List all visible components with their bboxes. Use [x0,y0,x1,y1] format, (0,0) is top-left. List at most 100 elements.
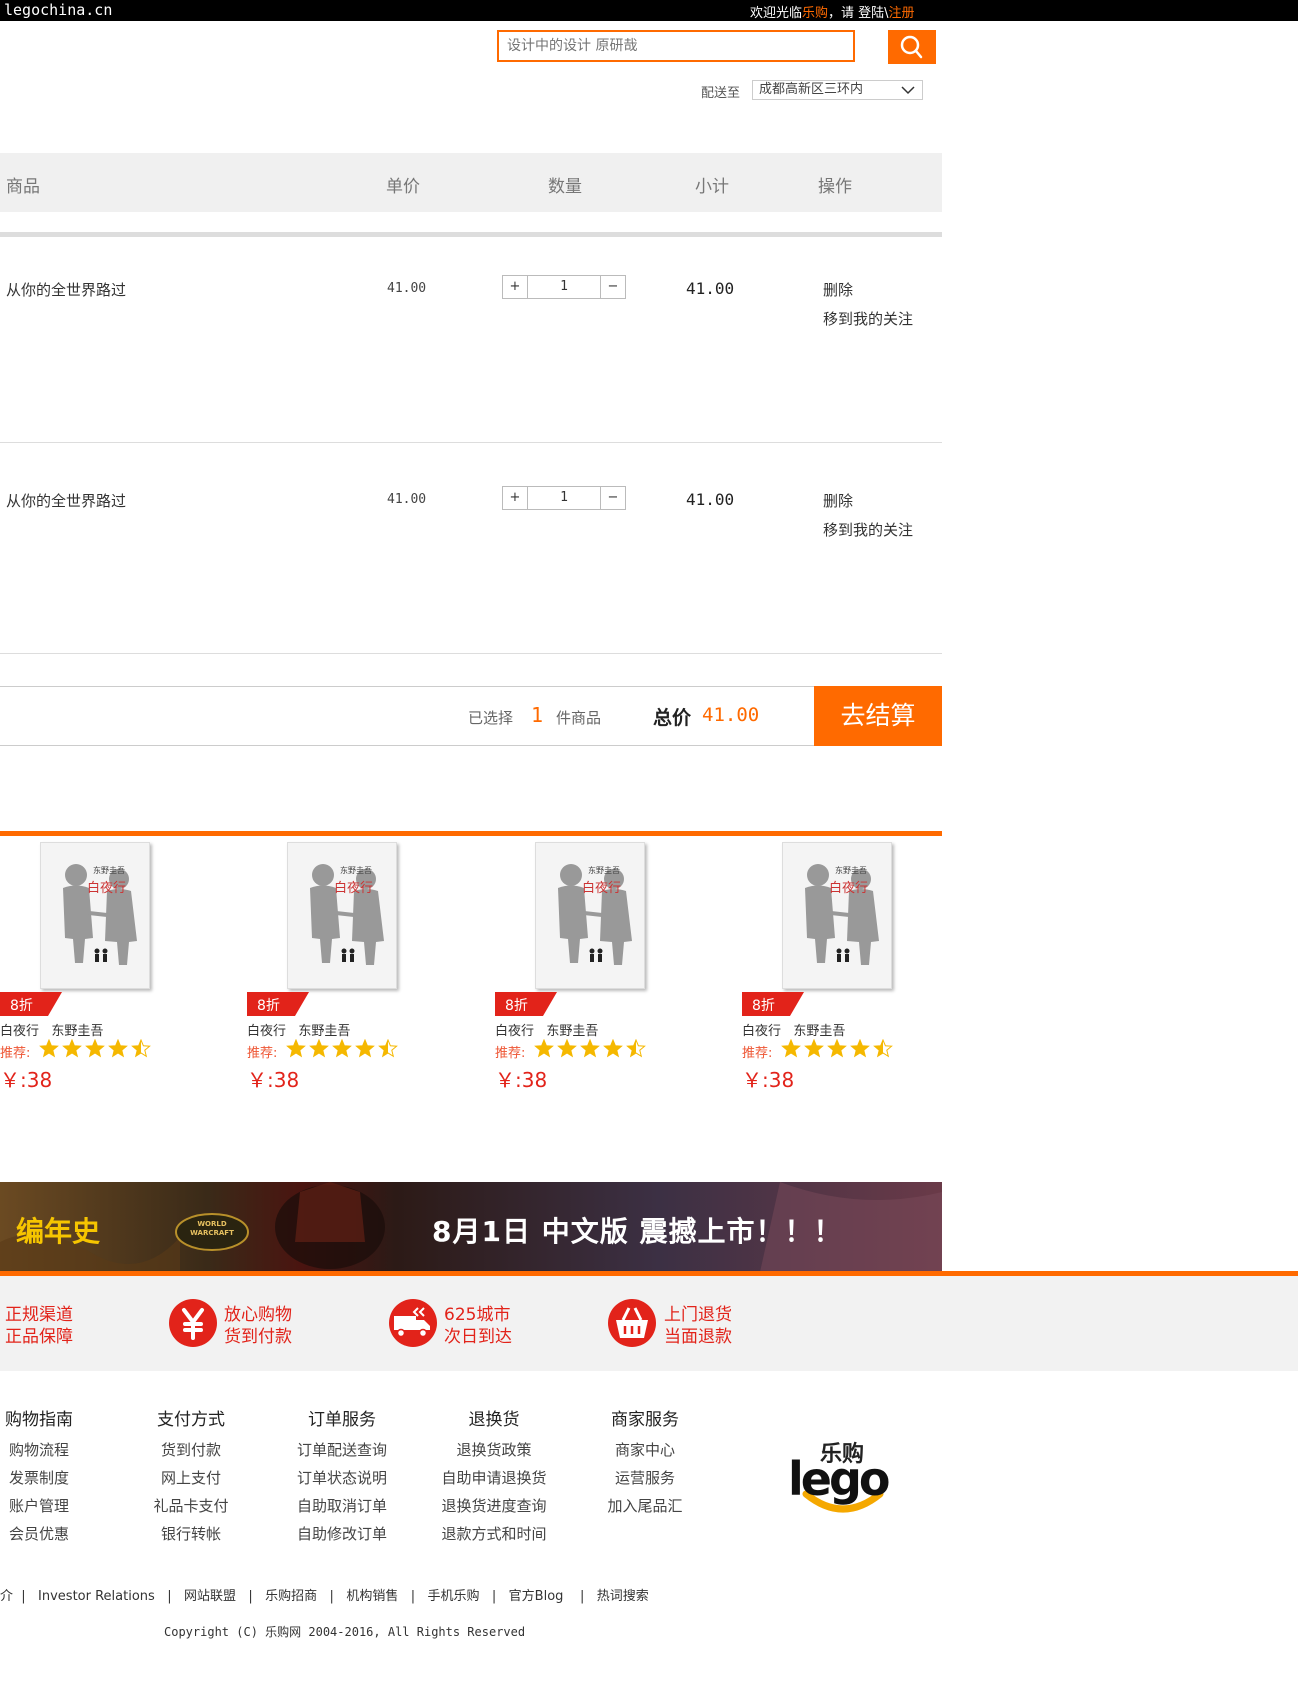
footer-link-column: 支付方式 货到付款 网上支付 礼品卡支付 银行转帐 [121,1405,261,1548]
star-icon [534,1039,554,1058]
guarantee-item: 放心购物 货到付款 [224,1304,292,1348]
delete-link[interactable]: 删除 [823,279,853,300]
footer-link[interactable]: 退换货政策 [424,1436,564,1464]
footer-link[interactable]: 退换货进度查询 [424,1492,564,1520]
footer-link[interactable]: 自助取消订单 [272,1492,412,1520]
register-link[interactable]: 注册 [889,6,915,21]
delivery-location-select[interactable]: 成都高新区三环内 [752,80,923,100]
lego-logo[interactable]: 乐购 lego [788,1436,908,1516]
cart-item-subtotal: 41.00 [686,490,735,509]
cart-item-name[interactable]: 从你的全世界路过 [6,490,126,511]
book-cover-image[interactable]: 东野圭吾 白夜行 [535,842,645,989]
footer-link[interactable]: 账户管理 [0,1492,109,1520]
cart-summary: 已选择 1 件商品 总价 41.00 [0,686,942,746]
product-card[interactable]: 东野圭吾 白夜行 8折 白夜行 东野圭吾 推荐: ￥:38 [495,842,695,1092]
book-title: 白夜行 [582,881,622,896]
footer-link[interactable]: 退款方式和时间 [424,1520,564,1548]
product-price: ￥:38 [247,1068,300,1092]
book-cover-image[interactable]: 东野圭吾 白夜行 [40,842,150,989]
book-author: 东野圭吾 [93,866,125,875]
banner-main-text: 8月1日 中文版 震撼上市！！！ [432,1215,843,1248]
book-cover-image[interactable]: 东野圭吾 白夜行 [782,842,892,989]
footer-link[interactable]: 会员优惠 [0,1520,109,1548]
book-author: 东野圭吾 [588,866,620,875]
guarantee-line1: 625城市 [444,1305,511,1325]
footer-link[interactable]: 自助申请退换货 [424,1464,564,1492]
row-divider [0,653,942,654]
qty-minus-button[interactable]: − [600,276,625,298]
book-author: 东野圭吾 [340,866,372,875]
footer-link[interactable]: 发票制度 [0,1464,109,1492]
guarantee-line1: 放心购物 [224,1305,292,1325]
footer-link[interactable]: 自助修改订单 [272,1520,412,1548]
footer-link-column: 退换货 退换货政策 自助申请退换货 退换货进度查询 退款方式和时间 [424,1405,564,1548]
logo-en-text: lego [788,1452,890,1506]
move-to-favorites-link[interactable]: 移到我的关注 [823,519,913,540]
qty-minus-button[interactable]: − [600,487,625,509]
star-icon [286,1039,306,1058]
star-icon [108,1039,128,1058]
product-card[interactable]: 东野圭吾 白夜行 8折 白夜行 东野圭吾 推荐: ￥:38 [0,842,200,1092]
header-divider [0,232,942,237]
delete-link[interactable]: 删除 [823,490,853,511]
search-button[interactable] [888,30,936,64]
star-icon [850,1039,870,1058]
star-icon [309,1039,329,1058]
footer-link[interactable]: 订单状态说明 [272,1464,412,1492]
recommend-label: 推荐: [495,1046,526,1061]
cart-item-name[interactable]: 从你的全世界路过 [6,279,126,300]
move-to-favorites-link[interactable]: 移到我的关注 [823,308,913,329]
discount-text: 8折 [505,998,528,1014]
footer-link[interactable]: 购物流程 [0,1436,109,1464]
product-title[interactable]: 白夜行 东野圭吾 [742,1020,845,1039]
star-icon [85,1039,105,1058]
footer-link[interactable]: 银行转帐 [121,1520,261,1548]
product-card[interactable]: 东野圭吾 白夜行 8折 白夜行 东野圭吾 推荐: ￥:38 [247,842,447,1092]
star-icon [580,1039,600,1058]
footer-link[interactable]: 货到付款 [121,1436,261,1464]
rating-stars [39,1039,151,1058]
star-icon [378,1039,398,1058]
qty-input[interactable]: 1 [527,487,601,509]
book-cover-image[interactable]: 东野圭吾 白夜行 [287,842,397,989]
footer-link[interactable]: 运营服务 [575,1464,715,1492]
footer-link[interactable]: 网上支付 [121,1464,261,1492]
search-icon [900,35,923,59]
book-title: 白夜行 [87,881,127,896]
footer-link[interactable]: 礼品卡支付 [121,1492,261,1520]
star-icon [781,1039,801,1058]
login-link[interactable]: ，请 登陆\ [828,6,889,21]
promo-banner[interactable]: 编年史 WORLD WARCRAFT 8月1日 中文版 震撼上市！！！ [0,1182,942,1272]
welcome-prefix: 欢迎光临 [750,6,803,21]
star-icon [62,1039,82,1058]
banner-logo-text: WORLD WARCRAFT [190,1220,234,1237]
star-icon [626,1039,646,1058]
search-input[interactable] [499,32,855,60]
product-title[interactable]: 白夜行 东野圭吾 [247,1020,350,1039]
product-card[interactable]: 东野圭吾 白夜行 8折 白夜行 东野圭吾 推荐: ￥:38 [742,842,942,1092]
footer-link[interactable]: 订单配送查询 [272,1436,412,1464]
footer-column-heading: 购物指南 [5,1410,73,1430]
total-value: 41.00 [702,704,760,726]
checkout-button[interactable]: 去结算 [814,686,942,746]
product-title[interactable]: 白夜行 东野圭吾 [495,1020,598,1039]
qty-input[interactable]: 1 [527,276,601,298]
total-label: 总价 [653,707,692,729]
product-title[interactable]: 白夜行 东野圭吾 [0,1020,103,1039]
discount-text: 8折 [10,998,33,1014]
cart-item-price: 41.00 [387,281,427,296]
brand-link[interactable]: 乐购 [802,6,828,21]
footer-link-column: 商家服务 商家中心 运营服务 加入尾品汇 [575,1405,715,1520]
footer-link[interactable]: 商家中心 [575,1436,715,1464]
qty-plus-button[interactable]: + [503,487,528,509]
discount-badge: 8折 [495,992,557,1016]
star-icon [39,1039,59,1058]
book-title: 白夜行 [829,881,869,896]
guarantee-line2: 当面退款 [664,1327,732,1347]
recommend-label: 推荐: [742,1046,773,1061]
footer-link[interactable]: 加入尾品汇 [575,1492,715,1520]
qty-plus-button[interactable]: + [503,276,528,298]
footer-column-heading: 订单服务 [308,1410,376,1430]
banner-left-text: 编年史 [16,1215,101,1248]
bottom-links[interactable]: 介 | Investor Relations | 网站联盟 | 乐购招商 | 机… [0,1585,649,1604]
